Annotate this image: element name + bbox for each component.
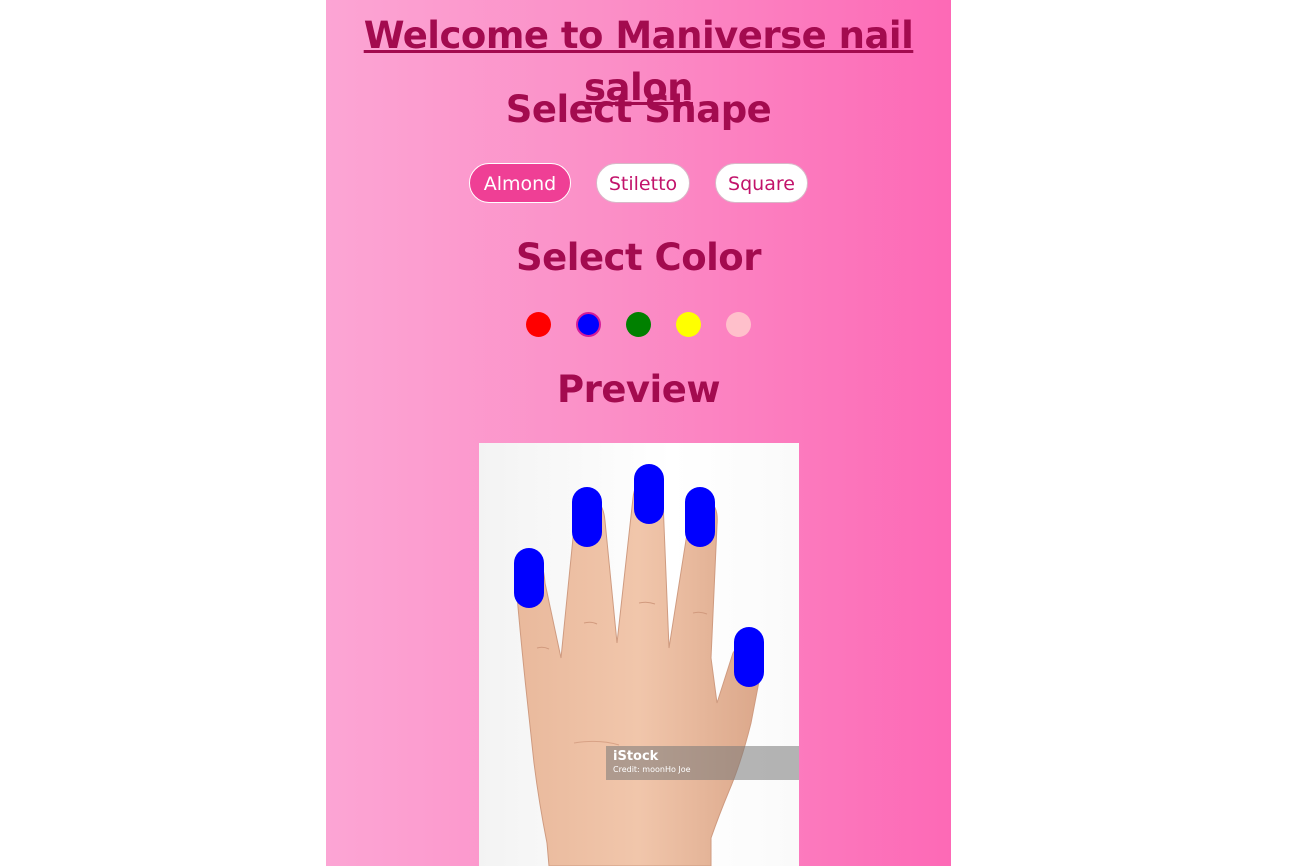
hand-preview: iStock Credit: moonHo Joe [479,443,799,866]
nail-ring [572,487,602,547]
nail-pinky [514,548,544,608]
istock-watermark: iStock Credit: moonHo Joe [606,746,799,780]
shape-stiletto-button[interactable]: Stiletto [596,163,690,203]
color-swatch-pink[interactable] [726,312,751,337]
select-color-heading: Select Color [516,236,761,279]
watermark-credit: Credit: moonHo Joe [613,765,691,774]
select-shape-heading: Select Shape [505,88,772,131]
preview-heading: Preview [556,368,721,411]
nail-thumb [734,627,764,687]
color-swatch-green[interactable] [626,312,651,337]
color-swatch-yellow[interactable] [676,312,701,337]
color-swatch-blue[interactable] [576,312,601,337]
watermark-brand: iStock [613,749,659,764]
shape-almond-button[interactable]: Almond [469,163,571,203]
nail-index [685,487,715,547]
shape-options: Almond Stiletto Square [326,163,951,205]
shape-square-button[interactable]: Square [715,163,808,203]
color-swatch-red[interactable] [526,312,551,337]
salon-panel: Welcome to Maniverse nail salon Select S… [326,0,951,866]
nail-middle [634,464,664,524]
